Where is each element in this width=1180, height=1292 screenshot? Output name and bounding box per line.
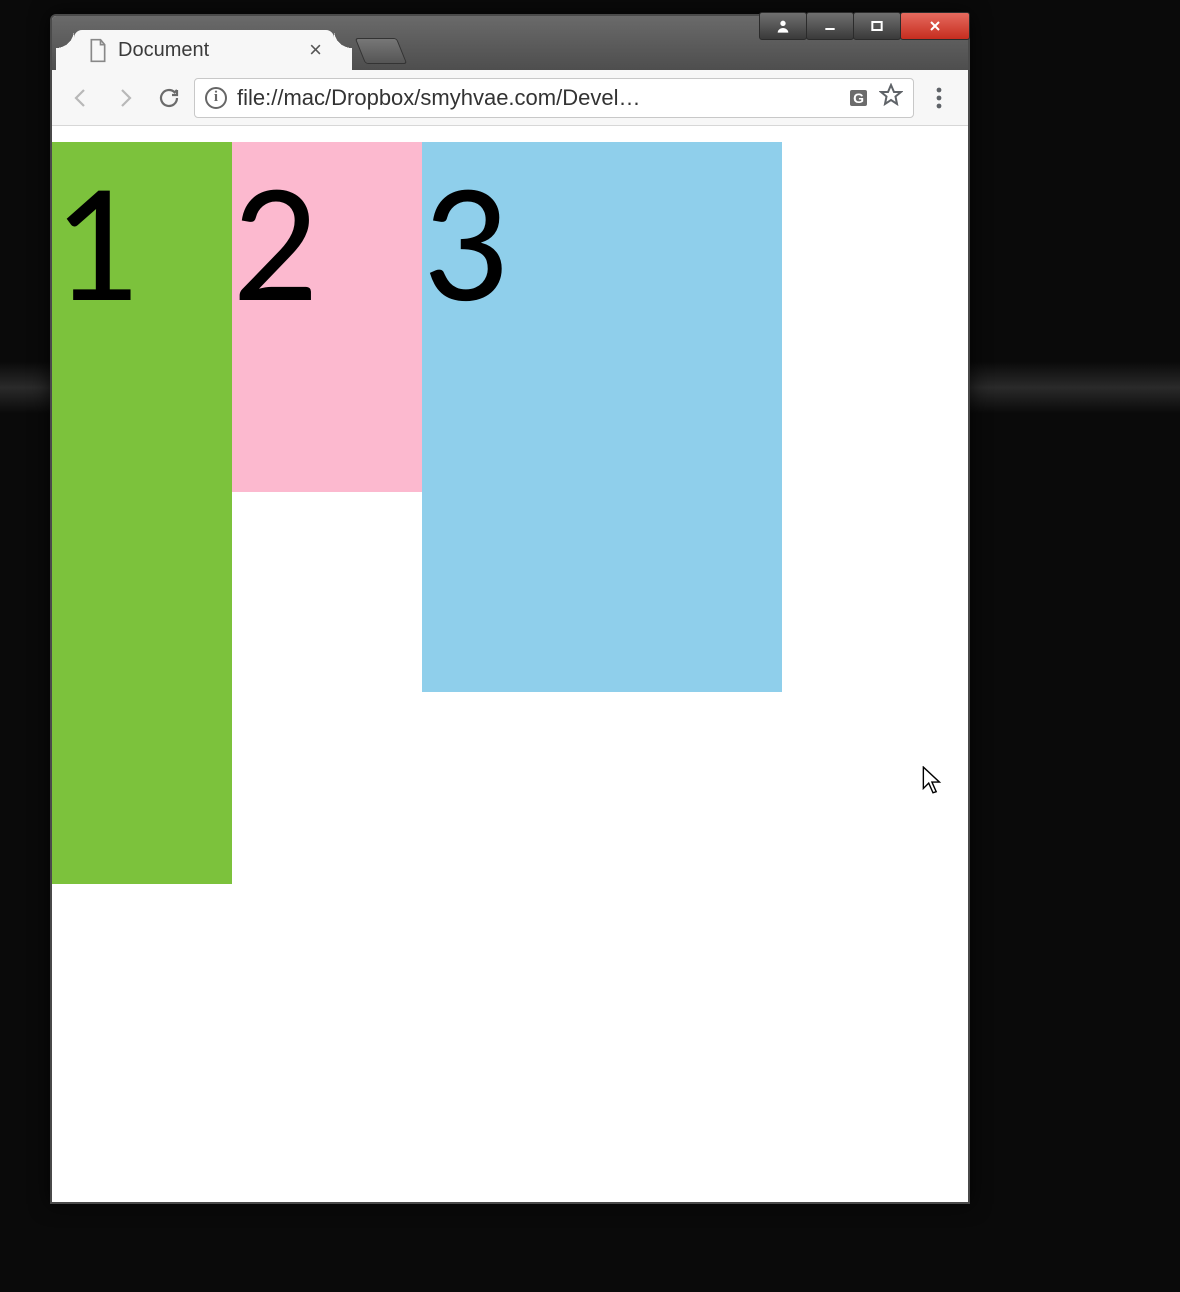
window-close-button[interactable] bbox=[900, 12, 970, 40]
demo-boxes: 1 2 3 bbox=[52, 142, 782, 884]
box-1: 1 bbox=[52, 142, 232, 884]
mouse-cursor-icon bbox=[922, 766, 944, 796]
window-maximize-button[interactable] bbox=[853, 12, 901, 40]
bookmark-star-icon[interactable] bbox=[879, 83, 903, 113]
site-info-icon[interactable]: i bbox=[205, 87, 227, 109]
tab-title: Document bbox=[118, 39, 209, 62]
address-bar[interactable]: i file://mac/Dropbox/smyhvae.com/Devel… … bbox=[194, 78, 914, 118]
browser-tab-active[interactable]: Document × bbox=[74, 30, 334, 70]
window-system-buttons bbox=[760, 12, 970, 42]
box-2: 2 bbox=[232, 142, 422, 492]
window-user-button[interactable] bbox=[759, 12, 807, 40]
file-icon bbox=[88, 38, 108, 62]
page-viewport: 1 2 3 bbox=[52, 126, 968, 1202]
reload-button[interactable] bbox=[150, 79, 188, 117]
box-3: 3 bbox=[422, 142, 782, 692]
browser-toolbar: i file://mac/Dropbox/smyhvae.com/Devel… … bbox=[52, 70, 968, 126]
browser-window: Document × i file://mac/Dropbox/smyhvae.… bbox=[50, 14, 970, 1204]
forward-button[interactable] bbox=[106, 79, 144, 117]
omnibox-actions: G bbox=[850, 83, 903, 113]
translate-icon[interactable]: G bbox=[850, 90, 867, 106]
browser-menu-button[interactable] bbox=[920, 79, 958, 117]
url-text: file://mac/Dropbox/smyhvae.com/Devel… bbox=[237, 85, 840, 111]
window-minimize-button[interactable] bbox=[806, 12, 854, 40]
tab-close-icon[interactable]: × bbox=[309, 39, 322, 61]
new-tab-button[interactable] bbox=[355, 38, 408, 64]
back-button[interactable] bbox=[62, 79, 100, 117]
